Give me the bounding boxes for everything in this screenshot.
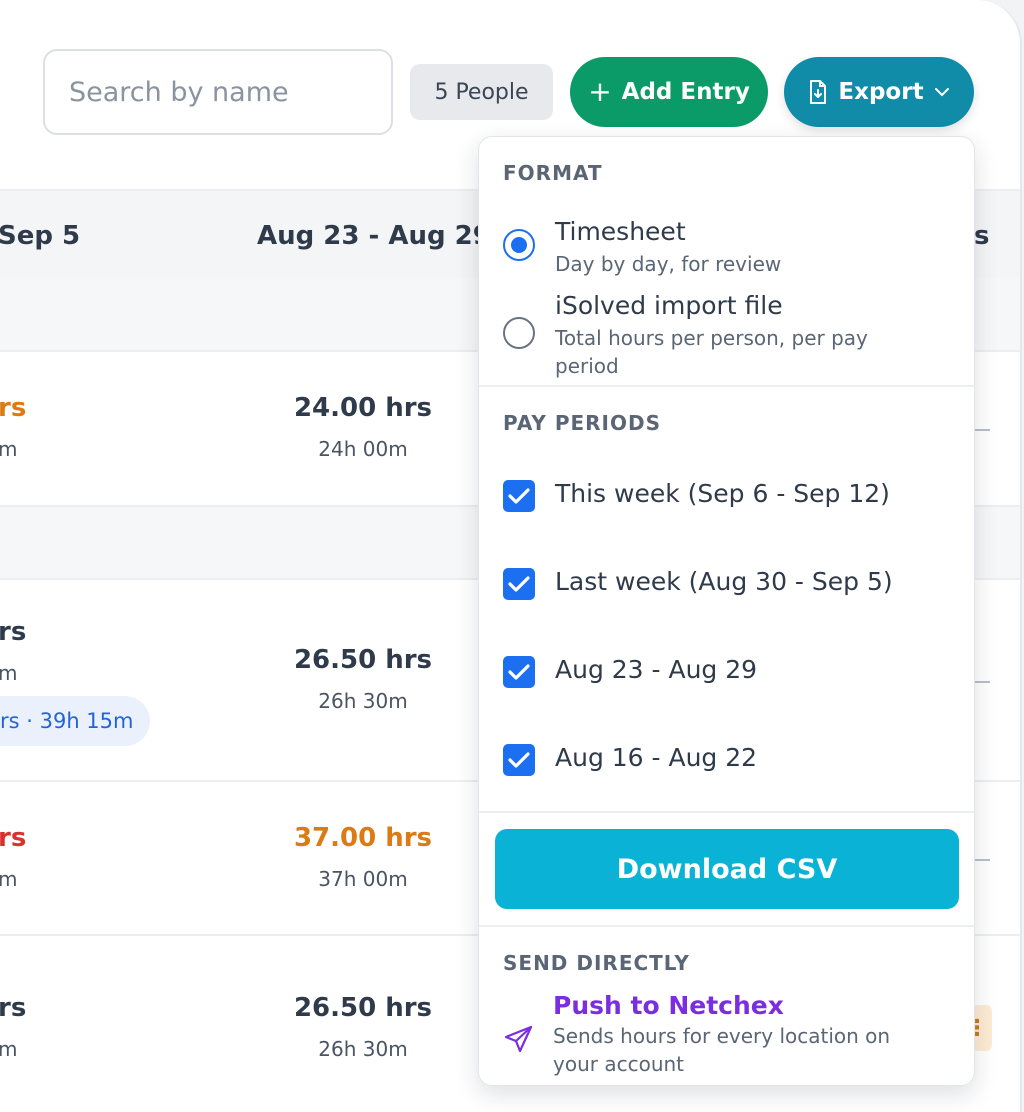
pay-period-label: Last week (Aug 30 - Sep 5) <box>555 567 893 596</box>
format-option-timesheet[interactable]: Timesheet Day by day, for review <box>503 217 953 277</box>
export-label: Export <box>838 79 924 105</box>
checkbox-checked-icon[interactable] <box>503 480 535 512</box>
checkbox-checked-icon[interactable] <box>503 568 535 600</box>
menu-divider <box>479 811 974 813</box>
week-total-duration: m <box>0 437 17 461</box>
week-total-duration: 26h 30m <box>318 1037 408 1061</box>
format-option-isolved[interactable]: iSolved import file Total hours per pers… <box>503 291 953 381</box>
chevron-down-icon <box>934 88 949 97</box>
people-count-badge[interactable]: 5 People <box>410 64 553 120</box>
pay-period-checkbox-row[interactable]: This week (Sep 6 - Sep 12) <box>503 477 953 517</box>
checkbox-checked-icon[interactable] <box>503 656 535 688</box>
pay-period-checkbox-row[interactable]: Last week (Aug 30 - Sep 5) <box>503 565 953 605</box>
add-entry-button[interactable]: + Add Entry <box>570 57 768 127</box>
week-total-duration: 24h 00m <box>318 437 408 461</box>
week-total-hours: rs <box>0 617 27 647</box>
checkbox-checked-icon[interactable] <box>503 744 535 776</box>
format-option-description: Total hours per person, per pay period <box>555 326 868 378</box>
format-option-label: Timesheet <box>555 217 686 246</box>
plus-icon: + <box>588 75 612 108</box>
push-to-netchex-option[interactable]: Push to Netchex Sends hours for every lo… <box>503 991 953 1076</box>
pay-period-checkbox-row[interactable]: Aug 23 - Aug 29 <box>503 653 953 693</box>
pay-period-label: Aug 16 - Aug 22 <box>555 743 758 772</box>
menu-divider <box>479 925 974 927</box>
week-total-duration: m <box>0 1037 17 1061</box>
column-header: Sep 5 <box>0 220 81 251</box>
overtime-pill-label: rs · 39h 15m <box>0 709 134 733</box>
file-download-icon <box>810 80 827 104</box>
column-header: Aug 23 - Aug 29 <box>257 220 491 251</box>
pay-period-label: This week (Sep 6 - Sep 12) <box>555 479 890 508</box>
week-total-hours: 26.50 hrs <box>293 645 433 675</box>
week-total-hours: 26.50 hrs <box>293 993 433 1023</box>
download-csv-button[interactable]: Download CSV <box>495 829 959 909</box>
week-total-hours: 24.00 hrs <box>293 393 433 423</box>
week-total-hours: 37.00 hrs <box>293 823 433 853</box>
radio-unselected-icon[interactable] <box>503 317 535 349</box>
week-total-duration: 37h 00m <box>318 867 408 891</box>
format-section-title: FORMAT <box>503 161 603 185</box>
export-button[interactable]: Export <box>784 57 974 127</box>
overtime-pill: rs · 39h 15m <box>0 696 150 746</box>
pay-periods-section-title: PAY PERIODS <box>503 411 662 435</box>
format-option-description: Day by day, for review <box>555 252 782 276</box>
week-total-duration: 26h 30m <box>318 689 408 713</box>
week-total-hours: rs <box>0 993 27 1023</box>
week-total-hours: rs <box>0 393 27 423</box>
week-total-duration: m <box>0 867 17 891</box>
week-total-hours: rs <box>0 823 27 853</box>
send-directly-section-title: SEND DIRECTLY <box>503 951 690 975</box>
add-entry-label: Add Entry <box>621 79 750 105</box>
radio-selected-icon[interactable] <box>503 229 535 261</box>
push-to-netchex-description: Sends hours for every location on your a… <box>553 1024 891 1076</box>
push-to-netchex-label: Push to Netchex <box>553 991 784 1020</box>
export-dropdown-menu: FORMAT Timesheet Day by day, for review … <box>478 136 975 1086</box>
search-input[interactable] <box>43 49 393 135</box>
menu-divider <box>479 385 974 387</box>
pay-period-checkbox-row[interactable]: Aug 16 - Aug 22 <box>503 741 953 781</box>
week-total-duration: m <box>0 661 17 685</box>
format-option-label: iSolved import file <box>555 291 783 320</box>
pay-period-label: Aug 23 - Aug 29 <box>555 655 758 684</box>
column-header: s <box>974 220 990 251</box>
send-icon <box>504 1025 533 1053</box>
